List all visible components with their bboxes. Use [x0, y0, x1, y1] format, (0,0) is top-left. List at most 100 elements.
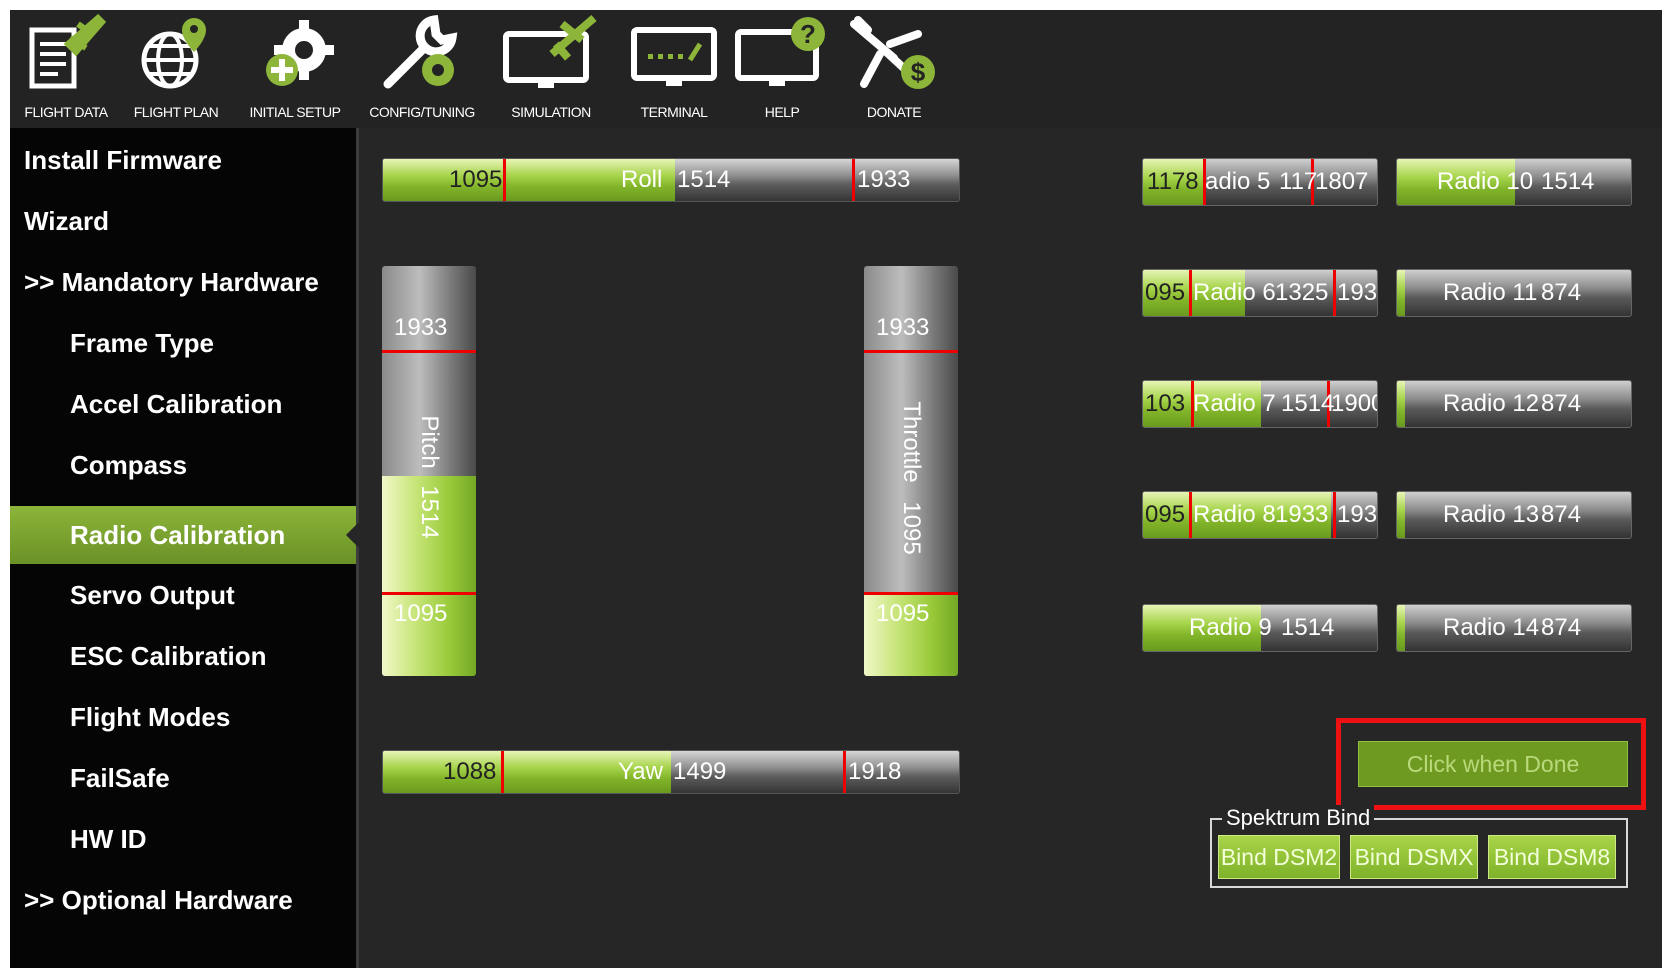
yaw-max-marker [843, 751, 846, 793]
click-when-done-button[interactable]: Click when Done [1358, 741, 1628, 787]
radio-10-label: Radio 10 [1437, 168, 1534, 195]
throttle-bar: 1933 1095 Throttle 1095 [864, 266, 958, 676]
throttle-min-value: 1095 [876, 600, 930, 627]
radio-14-bar: Radio 14 874 [1396, 604, 1632, 652]
roll-value: 1514 [677, 166, 731, 193]
toolbar-label: HELP [764, 104, 800, 120]
sidebar-divider [356, 128, 359, 968]
radio-5-max-value: 1807 [1315, 168, 1369, 195]
radio-10-value: 1514 [1541, 168, 1595, 195]
sidebar-item-esc-calibration[interactable]: ESC Calibration [70, 628, 266, 684]
wrench-gear-icon [383, 14, 458, 89]
radio-14-fill [1397, 605, 1405, 651]
pitch-bar: 1933 1095 Pitch 1514 [382, 266, 476, 676]
radio-6-min-value: 095 [1145, 279, 1186, 306]
radio-6-label: Radio 6 [1193, 279, 1276, 306]
toolbar-donate[interactable]: $ DONATE [844, 10, 944, 128]
sidebar-item-optional-hardware[interactable]: >> Optional Hardware [24, 872, 293, 928]
sidebar-item-frame-type[interactable]: Frame Type [70, 315, 214, 371]
radio-8-bar: 095 Radio 8 1933 193 [1142, 491, 1378, 539]
bind-dsm2-button[interactable]: Bind DSM2 [1218, 835, 1340, 879]
pitch-max-value: 1933 [394, 314, 448, 341]
toolbar-terminal[interactable]: TERMINAL [624, 10, 724, 128]
toolbar-help[interactable]: ? HELP [734, 10, 830, 128]
radio-10-bar: Radio 10 1514 [1396, 158, 1632, 206]
radio-14-value: 874 [1541, 614, 1582, 641]
sidebar-item-accel-calibration[interactable]: Accel Calibration [70, 376, 282, 432]
sidebar-item-install-firmware[interactable]: Install Firmware [24, 132, 222, 188]
sidebar-item-servo-output[interactable]: Servo Output [70, 567, 235, 623]
radio-13-fill [1397, 492, 1405, 538]
radio-12-value: 874 [1541, 390, 1582, 417]
radio-7-label: Radio 7 [1193, 390, 1276, 417]
radio-5-bar: 1178 adio 5 117 1807 [1142, 158, 1378, 206]
toolbar-label: SIMULATION [511, 104, 591, 120]
pitch-min-value: 1095 [394, 600, 448, 627]
bind-dsmx-button[interactable]: Bind DSMX [1350, 835, 1478, 879]
radio-7-min-value: 103 [1145, 390, 1186, 417]
radio-12-bar: Radio 12 874 [1396, 380, 1632, 428]
pitch-max-marker [382, 350, 476, 353]
terminal-monitor-icon [631, 27, 717, 86]
plane-dollar-icon: $ [850, 16, 935, 89]
yaw-min-value: 1088 [443, 758, 497, 785]
main-toolbar: FLIGHT DATA FLIGHT PLAN INITIAL SETUP CO… [10, 10, 1662, 128]
throttle-value: 1095 [898, 501, 925, 555]
sidebar-item-flight-modes[interactable]: Flight Modes [70, 689, 230, 745]
toolbar-label: INITIAL SETUP [249, 104, 341, 120]
radio-5-value: 117 [1279, 168, 1318, 195]
roll-min-value: 1095 [449, 166, 503, 193]
radio-7-value: 1514 [1281, 390, 1335, 417]
radio-9-value: 1514 [1281, 614, 1335, 641]
throttle-min-marker [864, 592, 958, 595]
sidebar-item-failsafe[interactable]: FailSafe [70, 750, 170, 806]
radio-11-bar: Radio 11 874 [1396, 269, 1632, 317]
radio-5-min-value: 1178 [1147, 168, 1199, 195]
toolbar-flight-data[interactable]: FLIGHT DATA [14, 10, 118, 128]
radio-13-bar: Radio 13 874 [1396, 491, 1632, 539]
throttle-label: Throttle [898, 401, 925, 483]
sidebar-item-hw-id[interactable]: HW ID [70, 811, 147, 867]
roll-label: Roll [621, 166, 663, 193]
radio-12-fill [1397, 381, 1405, 427]
yaw-label: Yaw [618, 758, 663, 785]
radio-8-label: Radio 8 [1193, 501, 1276, 528]
globe-pin-icon [141, 18, 206, 89]
radio-6-max-marker [1333, 270, 1336, 316]
toolbar-config-tuning[interactable]: CONFIG/TUNING [358, 10, 486, 128]
toolbar-flight-plan[interactable]: FLIGHT PLAN [122, 10, 230, 128]
sidebar-item-radio-calibration[interactable]: Radio Calibration [70, 507, 285, 563]
toolbar-label: FLIGHT PLAN [133, 104, 219, 120]
radio-7-bar: 103 Radio 7 1514 1900 [1142, 380, 1378, 428]
yaw-value: 1499 [673, 758, 727, 785]
radio-6-max-value: 193 [1337, 279, 1378, 306]
throttle-max-value: 1933 [876, 314, 930, 341]
radio-8-max-marker [1333, 492, 1336, 538]
monitor-question-icon: ? [735, 17, 825, 86]
radio-8-min-marker [1189, 492, 1192, 538]
radio-6-bar: 095 Radio 6 1325 193 [1142, 269, 1378, 317]
sidebar-active-notch [346, 522, 359, 548]
spektrum-bind-legend: Spektrum Bind [1222, 805, 1375, 831]
radio-9-label: Radio 9 [1189, 614, 1272, 641]
sidebar-item-wizard[interactable]: Wizard [24, 193, 109, 249]
pitch-label: Pitch [416, 415, 443, 469]
radio-11-value: 874 [1541, 279, 1582, 306]
bind-dsm8-button[interactable]: Bind DSM8 [1488, 835, 1616, 879]
radio-8-min-value: 095 [1145, 501, 1186, 528]
sidebar-item-compass[interactable]: Compass [70, 437, 187, 493]
toolbar-simulation[interactable]: SIMULATION [498, 10, 604, 128]
radio-13-label: Radio 13 [1443, 501, 1540, 528]
sidebar-item-mandatory-hardware[interactable]: >> Mandatory Hardware [24, 254, 319, 310]
throttle-max-marker [864, 350, 958, 353]
roll-max-value: 1933 [857, 166, 911, 193]
radio-5-label: adio 5 [1205, 168, 1271, 195]
toolbar-initial-setup[interactable]: INITIAL SETUP [236, 10, 354, 128]
yaw-min-marker [501, 751, 504, 793]
roll-min-marker [503, 159, 506, 201]
radio-8-max-value: 193 [1337, 501, 1378, 528]
clipboard-plane-icon [29, 14, 106, 89]
roll-bar: 1095 Roll 1514 1933 [382, 158, 960, 202]
gear-plus-icon [266, 20, 334, 86]
roll-max-marker [852, 159, 855, 201]
